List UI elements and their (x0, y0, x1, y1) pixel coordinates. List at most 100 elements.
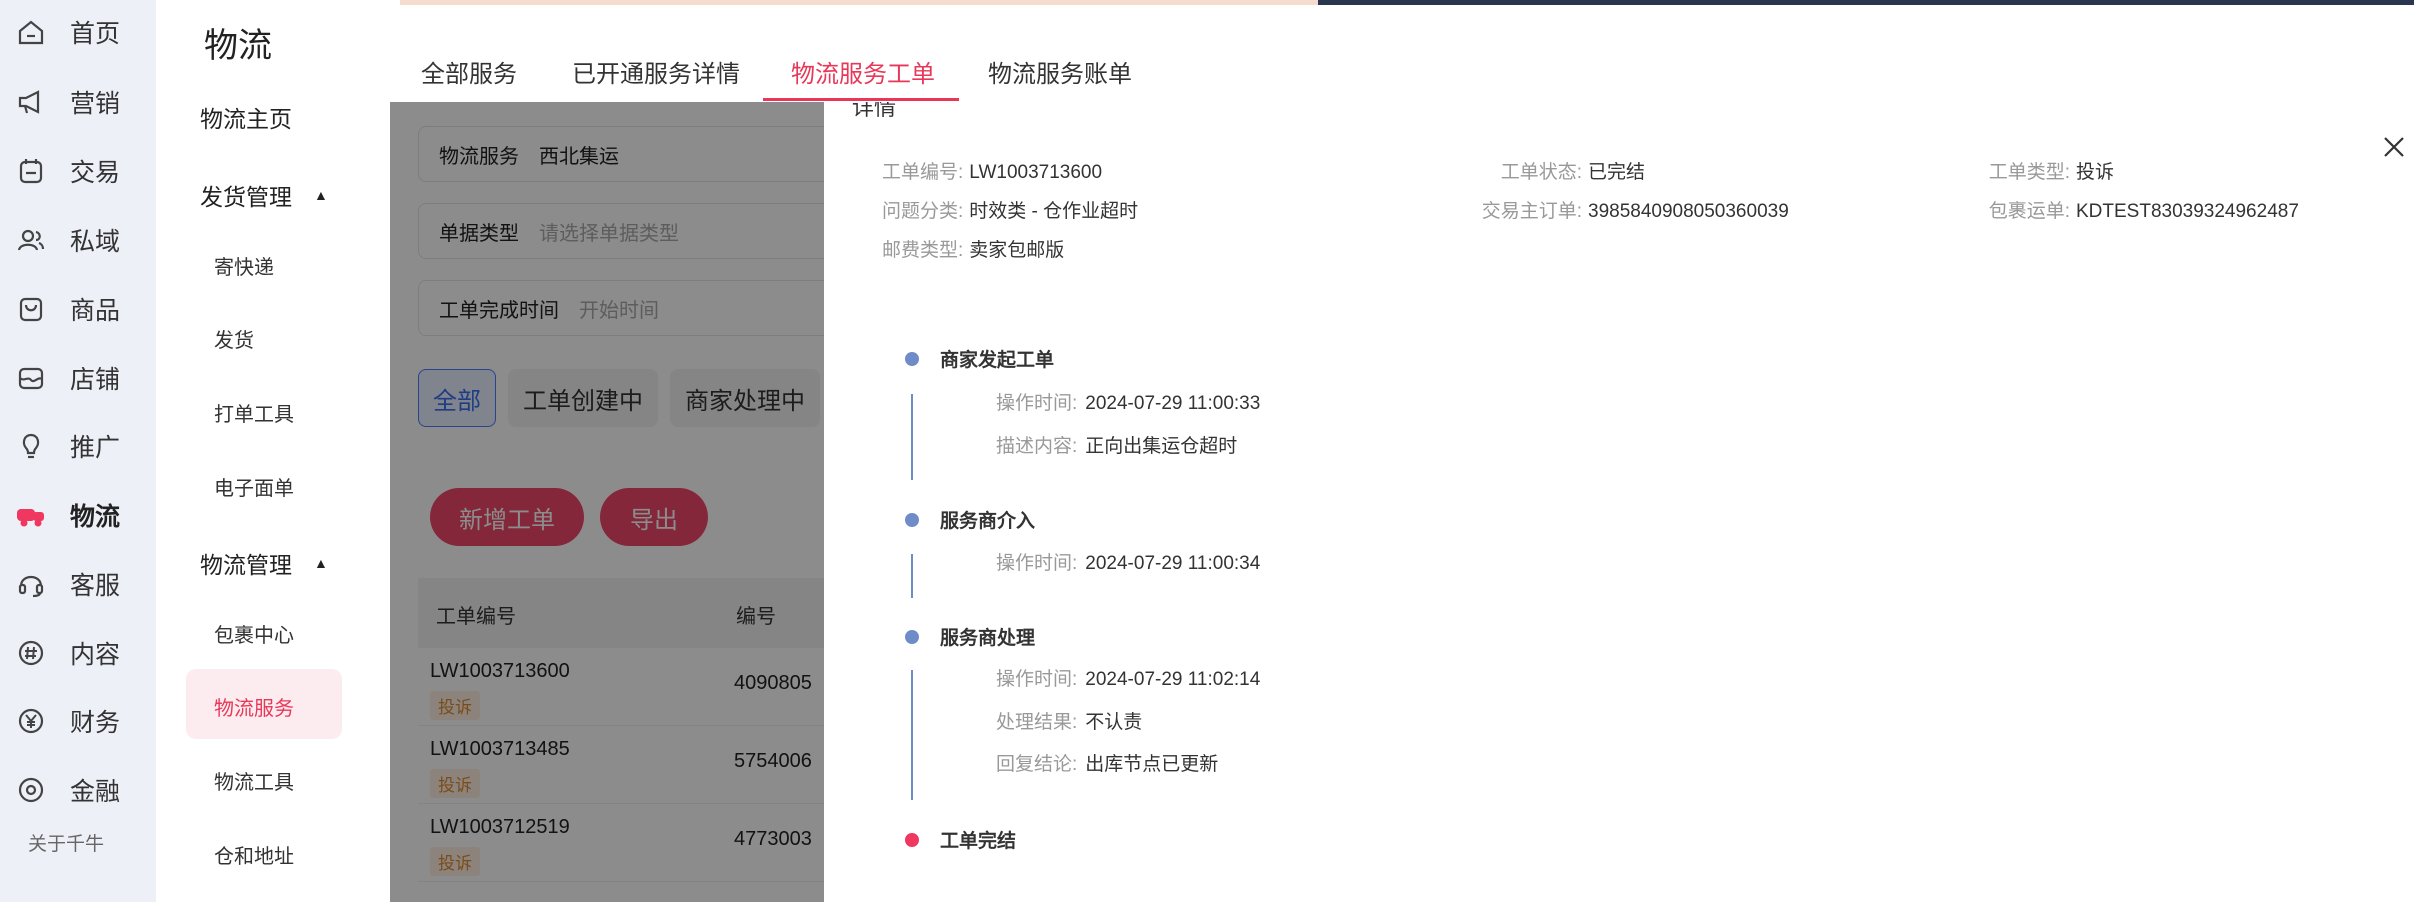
subnav-item-logistics-tools[interactable]: 物流工具 (214, 766, 294, 795)
info-label: 交易主订单: (1481, 201, 1582, 222)
hash-icon (14, 636, 48, 670)
home-icon (14, 15, 48, 49)
rail-item-finance[interactable]: 财务 (0, 691, 156, 751)
timeline-line (911, 554, 913, 598)
rail-label: 交易 (70, 159, 121, 187)
modal-mask[interactable] (390, 102, 824, 902)
rail-item-private[interactable]: 私域 (0, 210, 156, 270)
chevron-up-icon: ▲ (314, 187, 328, 203)
icon-rail: 首页 营销 交易 私域 商品 店铺 推广 物流 客服 内容 财务 金融 关于千牛 (0, 0, 156, 902)
truck-icon (14, 498, 48, 532)
about-link[interactable]: 关于千牛 (28, 829, 104, 856)
info-value: LW1003713600 (969, 162, 1103, 183)
rail-item-content[interactable]: 内容 (0, 623, 156, 683)
subnav-group-logistics[interactable]: 物流管理 ▲ (200, 546, 328, 580)
timeline-row: 操作时间: 2024-07-29 11:00:33 (996, 388, 1260, 415)
timeline-row: 描述内容: 正向出集运仓超时 (996, 431, 1237, 458)
rail-label: 金融 (70, 778, 121, 806)
subnav-group-shipping[interactable]: 发货管理 ▲ (200, 178, 328, 212)
ticket-detail-drawer: 详情 工单编号: LW1003713600 工单状态: 已完结 工单类型: 投诉 问题… (824, 102, 2414, 902)
headset-icon (14, 567, 48, 601)
rail-label: 客服 (70, 572, 121, 600)
group-label: 发货管理 (200, 184, 292, 210)
row-value: 2024-07-29 11:00:33 (1085, 393, 1261, 414)
row-label: 操作时间: (996, 393, 1078, 414)
info-category: 问题分类: 时效类 - 仓作业超时 (882, 196, 1138, 223)
timeline-line (911, 670, 913, 800)
bulb-icon (14, 429, 48, 463)
timeline-step-title: 工单完结 (940, 831, 1017, 852)
tab-all-services[interactable]: 全部服务 (421, 54, 517, 89)
rail-item-service[interactable]: 客服 (0, 554, 156, 614)
subnav-item-package-center[interactable]: 包裹中心 (214, 619, 294, 648)
timeline-step-title: 服务商处理 (940, 628, 1036, 649)
timeline-dot (905, 513, 919, 527)
rail-label: 商品 (70, 297, 121, 325)
row-label: 描述内容: (996, 436, 1078, 457)
rail-item-marketing[interactable]: 营销 (0, 72, 156, 132)
info-label: 工单状态: (1500, 162, 1582, 183)
timeline-row: 操作时间: 2024-07-29 11:00:34 (996, 548, 1260, 575)
row-label: 回复结论: (996, 754, 1078, 775)
subnav-item-ship[interactable]: 发货 (214, 324, 254, 353)
rail-label: 财务 (70, 709, 121, 737)
rail-label: 推广 (70, 434, 121, 462)
rail-label: 店铺 (70, 366, 121, 394)
rail-item-promote[interactable]: 推广 (0, 416, 156, 476)
subnav-item-print-tool[interactable]: 打单工具 (214, 398, 294, 427)
row-value: 2024-07-29 11:02:14 (1085, 669, 1261, 690)
rail-item-fintech[interactable]: 金融 (0, 760, 156, 820)
subnav-item-e-waybill[interactable]: 电子面单 (214, 472, 294, 501)
timeline-dot (905, 352, 919, 366)
subnav-item-home[interactable]: 物流主页 (200, 100, 292, 134)
subnav-item-send-express[interactable]: 寄快递 (214, 251, 274, 280)
rail-label: 内容 (70, 641, 121, 669)
row-value: 正向出集运仓超时 (1085, 436, 1238, 457)
timeline-dot-final (905, 833, 919, 847)
rail-label: 私域 (70, 228, 121, 256)
row-value: 出库节点已更新 (1085, 754, 1219, 775)
rail-item-home[interactable]: 首页 (0, 2, 156, 62)
info-value: 时效类 - 仓作业超时 (969, 201, 1139, 222)
info-package: 包裹运单: KDTEST83039324962487 (1952, 196, 2299, 223)
tab-service-tickets[interactable]: 物流服务工单 (791, 54, 935, 89)
top-banner-strip-dark (1318, 0, 2414, 5)
users-icon (14, 223, 48, 257)
chevron-up-icon: ▲ (314, 555, 328, 571)
bag-icon (14, 292, 48, 326)
row-value: 不认责 (1085, 712, 1143, 733)
rail-label: 物流 (70, 503, 121, 531)
info-value: KDTEST83039324962487 (2076, 201, 2299, 222)
timeline-dot (905, 630, 919, 644)
close-icon[interactable] (2379, 132, 2409, 162)
rail-label: 营销 (70, 90, 121, 118)
timeline-row: 处理结果: 不认责 (996, 707, 1142, 734)
timeline-step-title: 商家发起工单 (940, 350, 1055, 371)
subnav-item-logistics-service[interactable]: 物流服务 (214, 692, 294, 721)
timeline-step-title: 服务商介入 (940, 511, 1036, 532)
info-value: 投诉 (2076, 162, 2115, 183)
info-label: 邮费类型: (882, 240, 964, 261)
top-banner-strip (400, 0, 1318, 5)
subnav-item-warehouse-address[interactable]: 仓和地址 (214, 840, 294, 869)
logistics-subnav: 物流 物流主页 发货管理 ▲ 寄快递 发货 打单工具 电子面单 物流管理 ▲ 包… (156, 0, 390, 902)
coin-icon (14, 773, 48, 807)
rail-item-store[interactable]: 店铺 (0, 348, 156, 408)
timeline-line (911, 394, 913, 480)
info-value: 已完结 (1588, 162, 1646, 183)
rail-item-trade[interactable]: 交易 (0, 141, 156, 201)
info-label: 问题分类: (882, 201, 964, 222)
info-value: 3985840908050360039 (1588, 201, 1789, 222)
rail-item-logistics[interactable]: 物流 (0, 485, 156, 545)
info-postage: 邮费类型: 卖家包邮版 (882, 235, 1064, 262)
subnav-title: 物流 (204, 27, 272, 65)
row-label: 操作时间: (996, 553, 1078, 574)
rail-item-goods[interactable]: 商品 (0, 279, 156, 339)
tab-service-bills[interactable]: 物流服务账单 (988, 54, 1132, 89)
rail-label: 首页 (70, 20, 121, 48)
tab-opened-services[interactable]: 已开通服务详情 (572, 54, 740, 89)
info-label: 工单编号: (882, 162, 964, 183)
row-label: 处理结果: (996, 712, 1078, 733)
info-type: 工单类型: 投诉 (1952, 157, 2114, 184)
timeline-row: 回复结论: 出库节点已更新 (996, 749, 1218, 776)
